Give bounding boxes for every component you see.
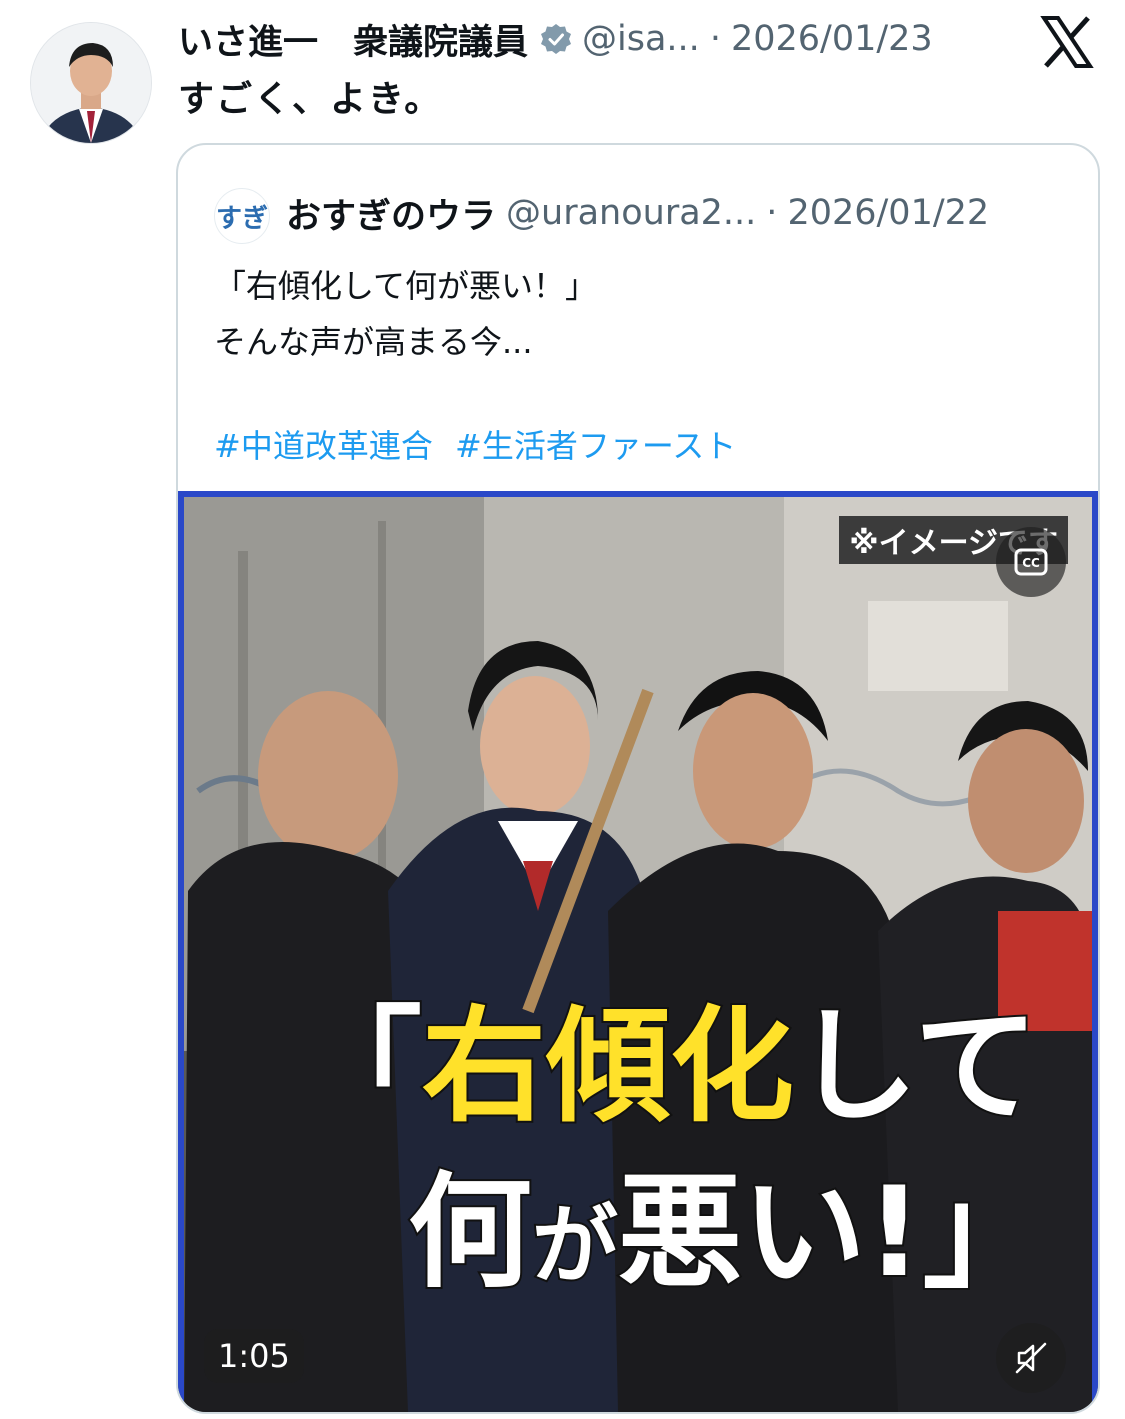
author-avatar[interactable] (30, 22, 152, 144)
caption-part: 何 (406, 1159, 534, 1307)
tweet-text: すごく、よき。 (178, 79, 443, 120)
video-caption-line-1: 「右傾化して (296, 965, 1040, 1145)
author-name[interactable]: いさ進一 衆議院議員 (178, 14, 528, 65)
quoted-text-line: 「右傾化して何が悪い！」 (214, 267, 598, 305)
separator-dot: · (709, 19, 721, 59)
quoted-text-line: そんな声が高まる今... (214, 323, 533, 361)
caption-part: が (530, 1194, 620, 1298)
caption-highlight: 右傾化 (420, 993, 796, 1141)
video-player[interactable]: ※イメージです CC 「右傾化して 何が悪い!」 1:05 (178, 491, 1098, 1412)
svg-text:CC: CC (1022, 556, 1040, 570)
quoted-author-name[interactable]: おすぎのウラ (286, 188, 496, 239)
mute-toggle-button[interactable] (996, 1323, 1066, 1393)
quoted-author-handle[interactable]: @uranoura2... (506, 193, 756, 233)
hashtag-link[interactable]: #生活者ファースト (455, 427, 736, 465)
quoted-tweet-header: おすぎのウラ @uranoura2... · 2026/01/22 (286, 185, 989, 241)
tweet-date[interactable]: 2026/01/23 (731, 19, 933, 59)
hashtag-list: #中道改革連合 #生活者ファースト (214, 421, 748, 467)
verified-badge-icon (541, 24, 572, 54)
x-logo-icon[interactable] (1040, 16, 1094, 68)
hashtag-link[interactable]: #中道改革連合 (214, 427, 433, 465)
author-handle[interactable]: @isa... (582, 19, 700, 59)
caption-bracket: 「 (296, 993, 424, 1141)
tweet-header: いさ進一 衆議院議員 @isa... · 2026/01/23 (178, 14, 933, 64)
quoted-tweet-date[interactable]: 2026/01/22 (787, 193, 989, 233)
video-caption-line-2: 何が悪い!」 (406, 1131, 1049, 1311)
caption-part: 悪い!」 (616, 1159, 1049, 1307)
closed-captions-button[interactable]: CC (996, 527, 1066, 597)
closed-captions-icon: CC (1014, 548, 1048, 576)
quoted-tweet-card[interactable]: すぎ おすぎのウラ @uranoura2... · 2026/01/22 「右傾… (176, 143, 1100, 1414)
quoted-author-avatar[interactable]: すぎ (214, 188, 270, 244)
caption-suffix: して (792, 993, 1040, 1141)
video-duration: 1:05 (204, 1329, 304, 1383)
muted-speaker-icon (1015, 1342, 1047, 1374)
separator-dot: · (766, 193, 778, 233)
